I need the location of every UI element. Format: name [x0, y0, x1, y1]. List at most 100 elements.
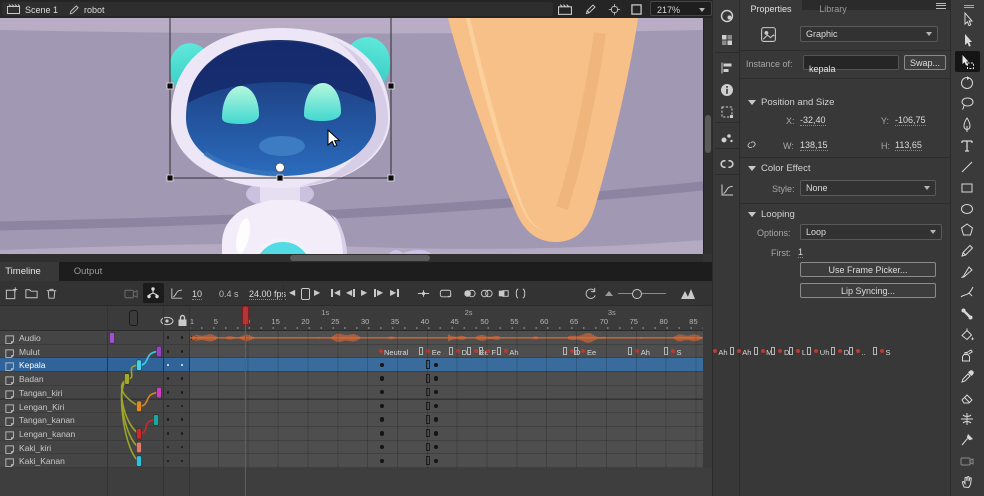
info-panel-icon[interactable] [719, 82, 735, 98]
panel-menu-icon[interactable] [936, 1, 946, 9]
step-back-button[interactable]: ◀ [289, 289, 295, 297]
layer-row-lengan_kiri[interactable]: Lengan_Kiri [0, 400, 107, 414]
horizontal-scrollbar-thumb[interactable] [290, 255, 430, 261]
tab-timeline[interactable]: Timeline [0, 262, 59, 281]
tools-menu-icon[interactable] [964, 3, 974, 10]
loop-playback-icon[interactable] [438, 286, 453, 301]
keyframe-marker[interactable] [761, 349, 765, 353]
edit-multiple-frames-icon[interactable] [496, 286, 511, 301]
first-frame-value[interactable]: 1 [798, 248, 803, 258]
color-style-dropdown[interactable]: None [800, 180, 936, 196]
frame-span-end-marker[interactable] [426, 402, 430, 411]
link-width-height-icon[interactable] [745, 138, 759, 152]
keyframe-marker[interactable] [380, 390, 384, 394]
section-looping[interactable]: Looping [748, 209, 795, 220]
paint-brush-tool[interactable] [959, 264, 975, 280]
keyframe-marker[interactable] [426, 349, 430, 353]
selection-tool[interactable] [959, 12, 975, 28]
layer-frames-mulut[interactable]: NeutralEeDEeFAhDEeAhSAhAhMDLUhD..S [189, 345, 703, 359]
frame-rate-field[interactable]: 24.00 fps [249, 290, 286, 300]
go-first-frame-button[interactable]: ◀ [331, 289, 340, 297]
frame-span-end-marker[interactable] [426, 415, 430, 424]
color-panel-icon[interactable] [719, 8, 735, 24]
step-forward-button[interactable]: ▶ [314, 289, 320, 297]
keyframe-marker[interactable] [434, 404, 438, 408]
paint-bucket-tool[interactable] [959, 327, 975, 343]
keyframe-marker[interactable] [486, 349, 490, 353]
keyframe-marker[interactable] [380, 431, 384, 435]
layer-row-audio[interactable]: Audio [0, 331, 107, 345]
stage-canvas[interactable] [0, 18, 703, 254]
symbol-type-dropdown[interactable]: Graphic [800, 26, 938, 42]
tab-output[interactable]: Output [62, 262, 114, 281]
vertical-scrollbar-thumb[interactable] [705, 115, 711, 153]
layer-frames-lengan_kiri[interactable] [189, 400, 703, 414]
layer-frames-badan[interactable] [189, 372, 703, 386]
swatches-panel-icon[interactable] [719, 32, 735, 48]
play-button[interactable]: ▶ [361, 289, 367, 297]
layer-frames-kaki_kanan[interactable] [189, 454, 703, 468]
keyframe-marker[interactable] [434, 445, 438, 449]
frame-span-end-marker[interactable] [449, 347, 453, 356]
stage-horizontal-scrollbar[interactable] [0, 254, 703, 262]
keyframe-marker[interactable] [456, 349, 460, 353]
layer-frames-kaki_kiri[interactable] [189, 441, 703, 455]
frame-span-end-marker[interactable] [789, 347, 793, 356]
frame-span-end-marker[interactable] [426, 443, 430, 452]
center-stage-icon[interactable] [608, 3, 621, 16]
center-frame-button[interactable] [301, 288, 310, 300]
fluid-brush-tool[interactable] [959, 285, 975, 301]
section-color-effect[interactable]: Color Effect [748, 163, 810, 174]
frame-span-end-marker[interactable] [754, 347, 758, 356]
layer-row-kepala[interactable]: Kepala [0, 358, 107, 372]
keyframe-marker[interactable] [434, 390, 438, 394]
lip-syncing-button[interactable]: Lip Syncing... [800, 283, 936, 298]
frame-span-end-marker[interactable] [574, 347, 578, 356]
pin-tool[interactable] [959, 432, 975, 448]
layer-row-kaki_kanan[interactable]: Kaki_Kanan [0, 454, 107, 468]
pen-tool[interactable] [959, 117, 975, 133]
new-folder-button[interactable] [24, 286, 39, 301]
text-tool[interactable] [959, 138, 975, 154]
cc-libraries-panel-icon[interactable] [719, 156, 735, 172]
polystar-tool[interactable] [959, 222, 975, 238]
frame-span-end-marker[interactable] [849, 347, 853, 356]
prev-keyframe-button[interactable]: ◀ [346, 289, 355, 297]
x-value[interactable]: -32,40 [800, 116, 826, 126]
keyframe-marker[interactable] [380, 459, 384, 463]
layer-row-tangan_kiri[interactable]: Tangan_kiri [0, 386, 107, 400]
h-value[interactable]: 113,65 [895, 141, 922, 151]
parenting-view-toggle[interactable] [143, 283, 164, 303]
keyframe-marker[interactable] [671, 349, 675, 353]
modify-markers-icon[interactable] [513, 286, 528, 301]
tab-properties[interactable]: Properties [740, 0, 802, 10]
keyframe-marker[interactable] [570, 349, 574, 353]
loop-options-dropdown[interactable]: Loop [800, 224, 942, 240]
layer-frames-lengan_kanan[interactable] [189, 427, 703, 441]
oval-tool[interactable] [959, 201, 975, 217]
keyframe-marker[interactable] [380, 363, 384, 367]
frame-span-end-marker[interactable] [426, 388, 430, 397]
edit-symbols-icon[interactable] [584, 3, 597, 16]
free-transform-tool[interactable] [959, 54, 975, 70]
frame-span-end-marker[interactable] [563, 347, 567, 356]
layer-frames-tangan_kanan[interactable] [189, 413, 703, 427]
frame-span-end-marker[interactable] [873, 347, 877, 356]
keyframe-marker[interactable] [581, 349, 585, 353]
keyframe-marker[interactable] [474, 349, 478, 353]
layer-row-mulut[interactable]: Mulut [0, 345, 107, 359]
keyframe-marker[interactable] [380, 376, 384, 380]
scene-breadcrumb[interactable]: Scene 1 [25, 6, 58, 15]
section-position-size[interactable]: Position and Size [748, 97, 834, 108]
symbol-breadcrumb[interactable]: robot [84, 6, 105, 15]
center-playhead-icon[interactable] [416, 286, 431, 301]
keyframe-marker[interactable] [380, 417, 384, 421]
layer-frames-kepala[interactable] [189, 358, 703, 372]
layer-frames-audio[interactable] [189, 331, 703, 345]
frame-span-end-marker[interactable] [419, 347, 423, 356]
keyframe-marker[interactable] [434, 459, 438, 463]
camera-icon[interactable] [124, 287, 139, 300]
clip-content-icon[interactable] [631, 4, 642, 15]
playhead-line[interactable] [245, 306, 246, 496]
frame-span-end-marker[interactable] [497, 347, 501, 356]
